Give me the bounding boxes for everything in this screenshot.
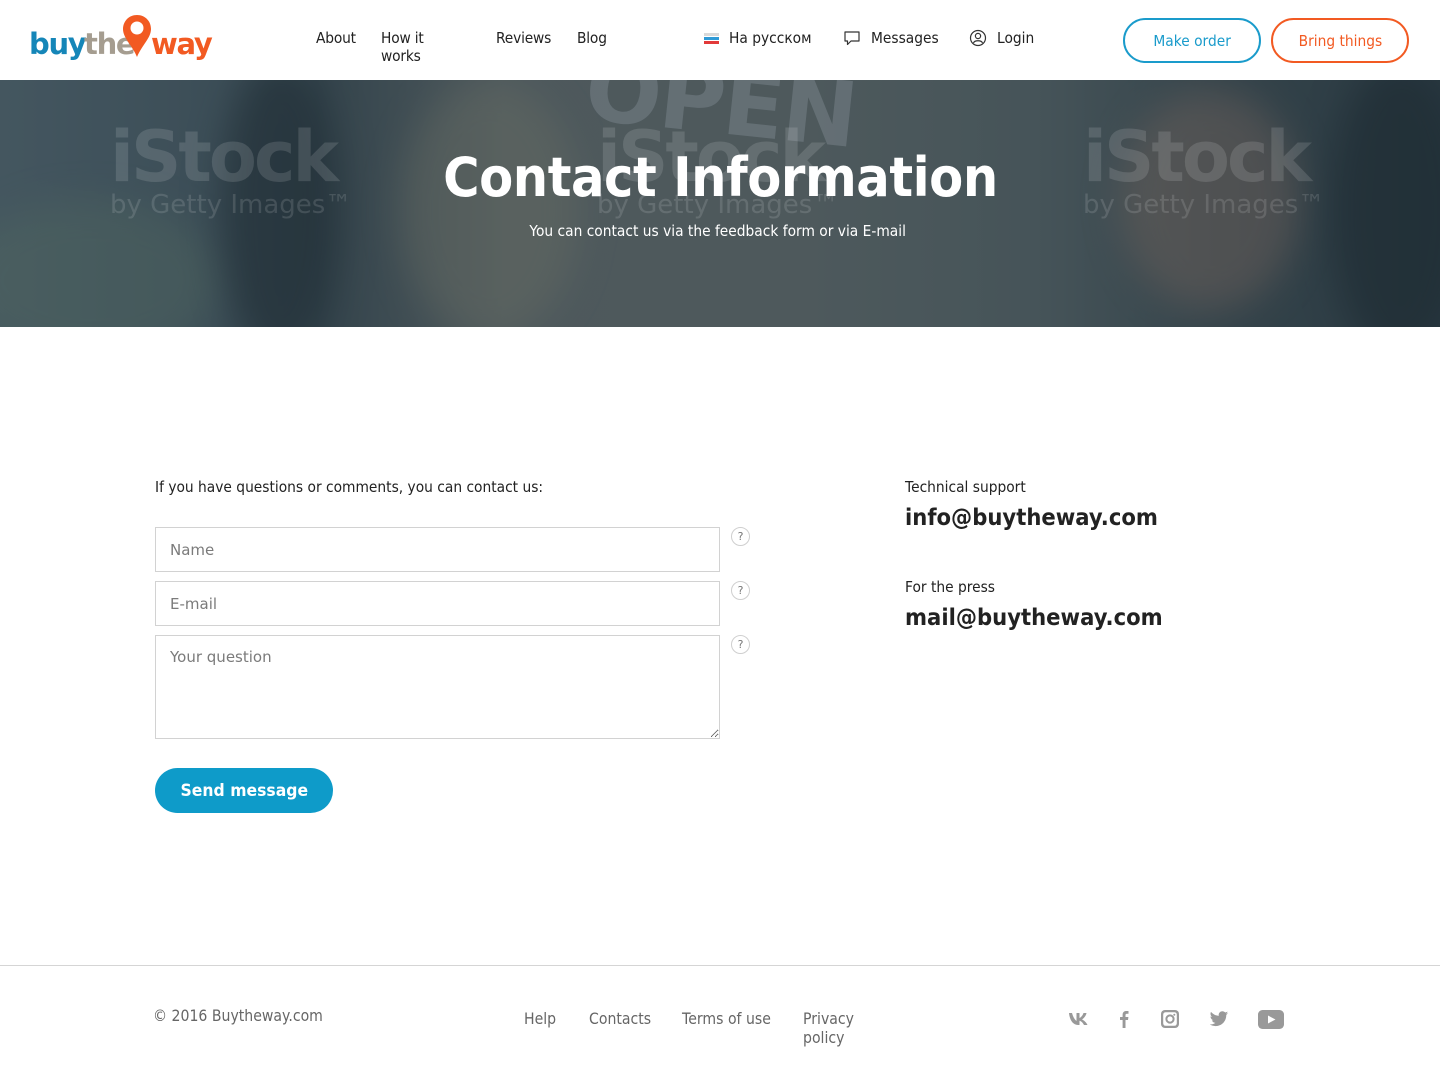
login-link[interactable]: Login (969, 29, 1037, 47)
messages-label: Messages (871, 29, 939, 47)
press-label-text: For the press (905, 578, 995, 596)
language-switch[interactable]: На русском (704, 29, 819, 47)
question-help-icon[interactable]: ? (731, 635, 750, 654)
instagram-icon[interactable] (1159, 1008, 1180, 1030)
location-pin-icon (123, 15, 151, 57)
main-nav: About How it works Reviews Blog (316, 29, 635, 65)
vk-icon[interactable] (1068, 1008, 1090, 1030)
nav-blog[interactable]: Blog (577, 29, 610, 65)
copyright: © 2016 Buytheway.com (153, 1006, 346, 1025)
name-help-icon[interactable]: ? (731, 527, 750, 546)
question-textarea[interactable] (155, 635, 720, 739)
send-message-label: Send message (180, 780, 308, 801)
site-header: buy the way About How it works Reviews B… (0, 0, 1440, 80)
press-email-text: mail@buytheway.com (905, 605, 1163, 631)
email-input[interactable] (155, 581, 720, 626)
messages-link[interactable]: Messages (843, 29, 945, 47)
email-help-icon[interactable]: ? (731, 581, 750, 600)
form-intro-text: If you have questions or comments, you c… (155, 478, 544, 496)
page-subtitle-text: You can contact us via the feedback form… (529, 222, 907, 240)
press-email-link[interactable]: mail@buytheway.com (905, 605, 1185, 631)
logo-text-buy: buy (29, 27, 87, 61)
bring-things-label: Bring things (1298, 31, 1382, 50)
footer-divider (0, 965, 1440, 966)
chat-bubble-icon (844, 31, 860, 46)
twitter-icon[interactable] (1208, 1008, 1230, 1030)
russian-flag-icon (704, 32, 719, 44)
bring-things-button[interactable]: Bring things (1271, 18, 1409, 63)
logo[interactable]: buy the way (29, 14, 219, 68)
footer-link-help[interactable]: Help (524, 1009, 589, 1047)
copyright-text: © 2016 Buytheway.com (153, 1006, 323, 1025)
footer-link-label: Contacts (589, 1009, 652, 1028)
youtube-icon[interactable] (1257, 1008, 1284, 1030)
support-email-link[interactable]: info@buytheway.com (905, 505, 1180, 531)
footer-link-label: Privacy policy (803, 1009, 854, 1047)
name-input[interactable] (155, 527, 720, 572)
footer-nav: Help Contacts Terms of use Privacy polic… (524, 1009, 913, 1047)
support-label: Technical support (905, 478, 1036, 496)
logo-text-way: way (151, 27, 213, 61)
nav-how-it-works[interactable]: How it works (381, 29, 467, 65)
footer-link-contacts[interactable]: Contacts (589, 1009, 682, 1047)
user-circle-icon (969, 29, 987, 47)
nav-about[interactable]: About (316, 29, 356, 65)
form-intro: If you have questions or comments, you c… (155, 478, 577, 496)
support-email-text: info@buytheway.com (905, 505, 1158, 531)
support-label-text: Technical support (905, 478, 1026, 496)
hero-banner: OPEN iStock by Getty Images™ iStock by G… (0, 80, 1440, 327)
page-title-text: Contact Information (442, 146, 998, 209)
nav-reviews[interactable]: Reviews (496, 29, 551, 65)
page-subtitle: You can contact us via the feedback form… (0, 222, 1436, 240)
page-title: Contact Information (0, 146, 1440, 209)
press-label: For the press (905, 578, 1003, 596)
footer-link-label: Terms of use (682, 1009, 771, 1028)
footer-link-privacy[interactable]: Privacy policy (803, 1009, 913, 1047)
footer-link-terms[interactable]: Terms of use (682, 1009, 803, 1047)
language-label: На русском (729, 29, 812, 47)
facebook-icon[interactable] (1116, 1008, 1132, 1030)
footer-link-label: Help (524, 1009, 557, 1028)
make-order-button[interactable]: Make order (1123, 18, 1261, 63)
make-order-label: Make order (1153, 31, 1231, 50)
login-label: Login (997, 29, 1035, 47)
send-message-button[interactable]: Send message (155, 768, 333, 813)
